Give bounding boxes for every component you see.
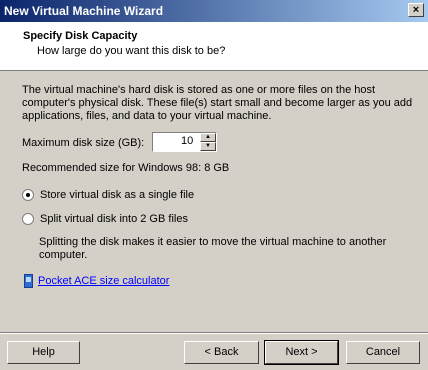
- split-file-radio[interactable]: [22, 213, 34, 225]
- cancel-button[interactable]: Cancel: [346, 341, 420, 364]
- split-file-option[interactable]: Split virtual disk into 2 GB files: [22, 213, 188, 225]
- split-note-text: Splitting the disk makes it easier to mo…: [39, 236, 387, 261]
- stepper-buttons: ▲ ▼: [200, 133, 216, 151]
- spin-down-icon[interactable]: ▼: [200, 142, 216, 151]
- spin-up-icon[interactable]: ▲: [200, 133, 216, 142]
- calculator-link-row[interactable]: Pocket ACE size calculator: [24, 274, 169, 288]
- title-bar: New Virtual Machine Wizard ×: [0, 0, 428, 22]
- disk-size-value[interactable]: 10: [181, 135, 193, 147]
- next-button[interactable]: Next >: [264, 340, 339, 365]
- help-button[interactable]: Help: [7, 341, 80, 364]
- window-title: New Virtual Machine Wizard: [4, 4, 164, 18]
- single-file-label[interactable]: Store virtual disk as a single file: [40, 189, 194, 201]
- disk-size-label: Maximum disk size (GB):: [22, 137, 145, 149]
- pda-icon: [24, 274, 33, 288]
- page-title: Specify Disk Capacity: [23, 30, 138, 42]
- calculator-link[interactable]: Pocket ACE size calculator: [38, 275, 169, 287]
- single-file-option[interactable]: Store virtual disk as a single file: [22, 189, 194, 201]
- wizard-header: Specify Disk Capacity How large do you w…: [0, 22, 428, 71]
- page-subtitle: How large do you want this disk to be?: [37, 45, 226, 57]
- back-button[interactable]: < Back: [184, 341, 259, 364]
- single-file-radio[interactable]: [22, 189, 34, 201]
- recommended-size-text: Recommended size for Windows 98: 8 GB: [22, 162, 230, 174]
- disk-size-stepper[interactable]: 10 ▲ ▼: [152, 132, 217, 152]
- split-file-label[interactable]: Split virtual disk into 2 GB files: [40, 213, 188, 225]
- close-button[interactable]: ×: [408, 3, 424, 17]
- divider-highlight: [0, 333, 428, 334]
- description-text: The virtual machine's hard disk is store…: [22, 84, 413, 122]
- wizard-window: New Virtual Machine Wizard × Specify Dis…: [0, 0, 428, 370]
